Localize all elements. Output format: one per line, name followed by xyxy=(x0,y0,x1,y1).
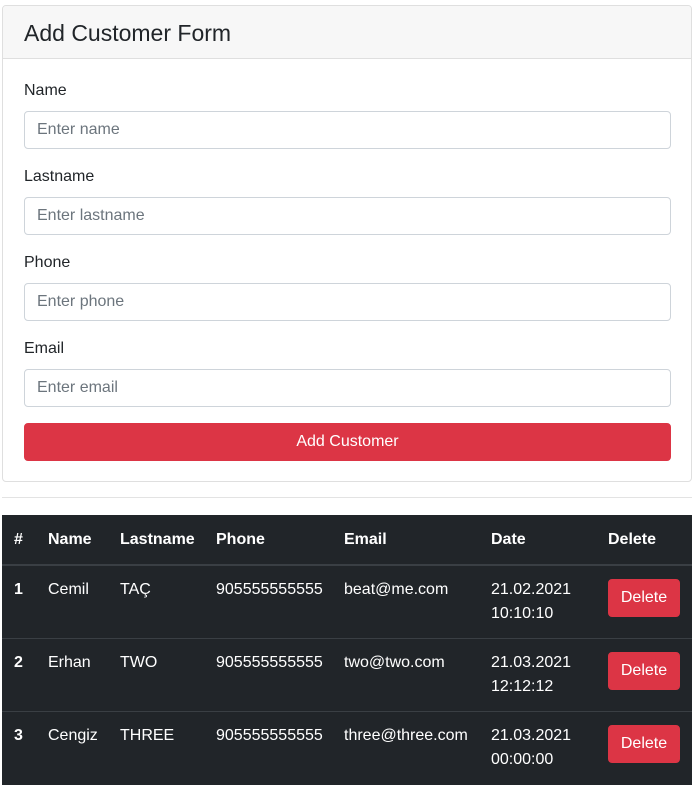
row-phone: 905555555555 xyxy=(216,581,323,598)
row-lastname: THREE xyxy=(120,726,175,744)
lastname-label: Lastname xyxy=(24,168,95,185)
header-name: Name xyxy=(36,515,108,566)
row-delete-cell: Delete xyxy=(596,638,692,711)
delete-button[interactable]: Delete xyxy=(608,724,680,763)
row-date: 21.03.2021 12:12:12 xyxy=(491,653,572,695)
header-lastname: Lastname xyxy=(108,515,204,566)
header-phone: Phone xyxy=(204,515,332,566)
row-email: three@three.com xyxy=(344,726,468,744)
row-index: 1 xyxy=(14,581,23,598)
header-delete: Delete xyxy=(596,515,692,566)
email-input[interactable] xyxy=(24,369,671,407)
form-title: Add Customer Form xyxy=(3,6,691,59)
table-header-row: # Name Lastname Phone Email Date Delete xyxy=(2,515,692,566)
delete-button[interactable]: Delete xyxy=(608,579,680,617)
row-index: 3 xyxy=(14,726,23,744)
header-email: Email xyxy=(332,515,479,566)
row-name: Erhan xyxy=(48,653,91,671)
email-label: Email xyxy=(24,340,65,357)
row-index: 2 xyxy=(14,653,23,671)
table-row: 1 Cemil TAÇ 905555555555 beat@me.com 21.… xyxy=(2,565,692,638)
header-date: Date xyxy=(479,515,596,566)
table-row: 3 Cengiz THREE 905555555555 three@three.… xyxy=(2,711,692,784)
phone-label: Phone xyxy=(24,254,71,271)
table-row: 2 Erhan TWO 905555555555 two@two.com 21.… xyxy=(2,638,692,711)
row-phone: 905555555555 xyxy=(216,653,323,671)
row-lastname: TAÇ xyxy=(120,581,151,598)
section-divider xyxy=(2,497,692,498)
row-delete-cell: Delete xyxy=(596,711,692,784)
row-email: beat@me.com xyxy=(344,581,449,598)
delete-button[interactable]: Delete xyxy=(608,651,680,690)
customers-table: # Name Lastname Phone Email Date Delete … xyxy=(2,515,692,785)
row-delete-cell: Delete xyxy=(596,565,692,638)
row-name: Cemil xyxy=(48,581,89,598)
row-email: two@two.com xyxy=(344,653,445,671)
row-date: 21.02.2021 10:10:10 xyxy=(491,581,572,622)
row-date: 21.03.2021 00:00:00 xyxy=(491,726,572,768)
header-index: # xyxy=(2,515,36,566)
row-lastname: TWO xyxy=(120,653,158,671)
lastname-input[interactable] xyxy=(24,197,671,235)
phone-input[interactable] xyxy=(24,283,671,321)
name-label: Name xyxy=(24,82,67,99)
row-name: Cengiz xyxy=(48,726,98,744)
add-customer-card: Add Customer Form Name Lastname Phone Em… xyxy=(2,5,692,482)
row-phone: 905555555555 xyxy=(216,726,323,744)
add-customer-button[interactable]: Add Customer xyxy=(24,423,671,461)
name-input[interactable] xyxy=(24,111,671,149)
